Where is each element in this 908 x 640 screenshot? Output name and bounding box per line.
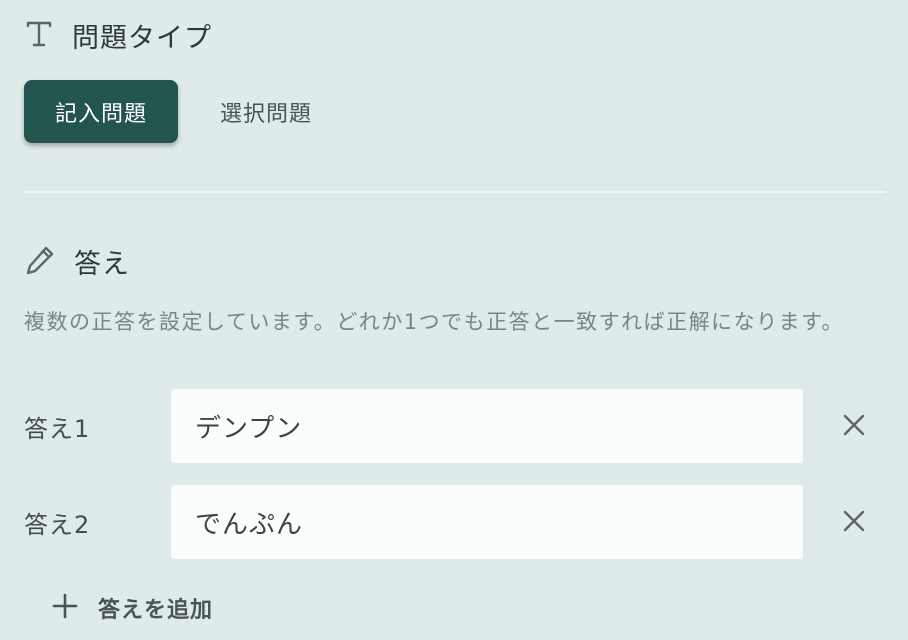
text-t-icon	[24, 19, 54, 53]
question-type-title: 問題タイプ	[72, 23, 212, 54]
question-type-tabs: 記入問題 選択問題	[24, 80, 312, 143]
tab-fill-in[interactable]: 記入問題	[24, 80, 178, 143]
add-answer-label: 答えを追加	[98, 598, 214, 623]
answers-description: 複数の正答を設定しています。どれか1つでも正答と一致すれば正解になります。	[24, 310, 845, 334]
answers-title: 答え	[74, 249, 130, 280]
close-icon	[842, 509, 866, 536]
answer-input[interactable]	[170, 388, 804, 464]
answer-row: 答え1	[24, 388, 886, 464]
remove-answer-button[interactable]	[838, 506, 870, 538]
answers-header: 答え	[24, 242, 130, 281]
tab-multiple-choice[interactable]: 選択問題	[220, 96, 312, 128]
answer-row: 答え2	[24, 484, 886, 560]
close-icon	[842, 413, 866, 440]
answer-label: 答え1	[24, 414, 91, 443]
answer-label: 答え2	[24, 510, 91, 539]
remove-answer-button[interactable]	[838, 410, 870, 442]
plus-icon	[52, 593, 78, 623]
answer-input[interactable]	[170, 484, 804, 560]
question-type-header: 問題タイプ	[24, 16, 212, 55]
add-answer-button[interactable]: 答えを追加	[52, 592, 213, 624]
pencil-icon	[24, 244, 56, 280]
divider	[24, 191, 886, 193]
